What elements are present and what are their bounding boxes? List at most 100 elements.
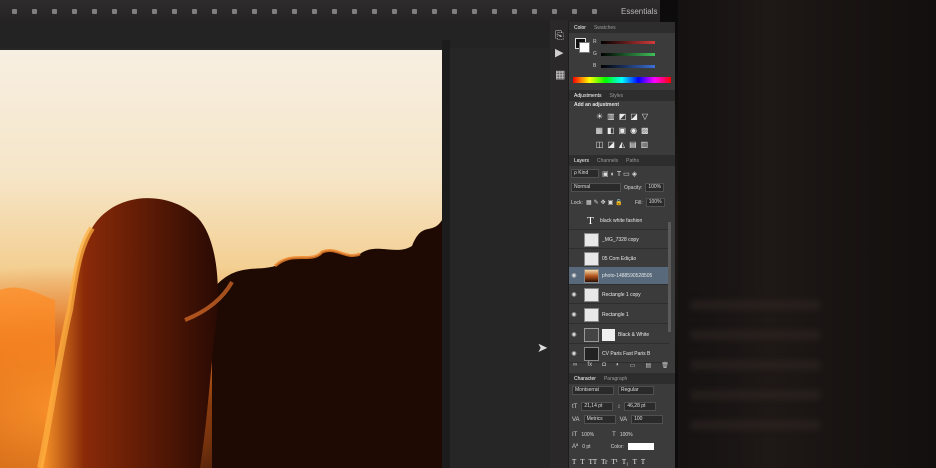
filter-type-icons[interactable]: ▣◐T▭◈ <box>602 170 639 178</box>
gradient-map-icon[interactable]: ▤ <box>629 140 637 149</box>
threshold-icon[interactable]: ◭ <box>619 140 625 149</box>
tab-swatches[interactable]: Swatches <box>594 25 616 31</box>
layer-name[interactable]: Black & White <box>618 332 649 338</box>
eye-icon[interactable]: ◉ <box>569 311 579 318</box>
small-caps-button[interactable]: Tr <box>601 458 607 466</box>
brightness-icon[interactable]: ☀ <box>596 112 603 121</box>
tab-paths[interactable]: Paths <box>626 158 639 164</box>
posterize-icon[interactable]: ◪ <box>607 140 615 149</box>
color-spectrum-ramp[interactable] <box>573 77 671 83</box>
fill-input[interactable]: 100% <box>645 198 665 207</box>
document-canvas-photo[interactable] <box>0 50 442 468</box>
subscript-button[interactable]: T₁ <box>622 458 629 466</box>
option-icon[interactable] <box>192 9 197 14</box>
text-color-swatch[interactable] <box>627 443 654 450</box>
selective-color-icon[interactable]: ▥ <box>641 140 649 149</box>
photo-filter-icon[interactable]: ◉ <box>630 126 637 135</box>
layer-style-icon[interactable]: fx <box>587 362 592 369</box>
option-icon[interactable] <box>272 9 277 14</box>
history-icon[interactable]: ⎘ <box>555 30 564 43</box>
eye-icon[interactable]: ◉ <box>569 331 579 338</box>
option-icon[interactable] <box>292 9 297 14</box>
play-triangle-icon[interactable]: ▶ <box>555 46 563 59</box>
vibrance-icon[interactable]: ▽ <box>642 112 648 121</box>
option-icon[interactable] <box>592 9 597 14</box>
option-icon[interactable] <box>412 9 417 14</box>
tab-layers[interactable]: Layers <box>574 158 589 164</box>
option-icon[interactable] <box>432 9 437 14</box>
option-icon[interactable] <box>52 9 57 14</box>
layer-kind-filter[interactable]: ρ Kind <box>571 169 599 178</box>
option-icon[interactable] <box>32 9 37 14</box>
new-group-icon[interactable]: ▭ <box>630 362 636 369</box>
option-icon[interactable] <box>552 9 557 14</box>
curves-icon[interactable]: ◩ <box>619 112 627 121</box>
option-icon[interactable] <box>512 9 517 14</box>
font-style-select[interactable]: Regular <box>618 386 654 395</box>
workspace-switcher[interactable]: Essentials <box>621 7 657 16</box>
new-layer-icon[interactable]: ▤ <box>646 362 652 369</box>
layer-row[interactable]: _MG_7328 copy <box>569 231 669 249</box>
layer-row[interactable]: ◉ CV Paris Fast Paris B <box>569 345 669 363</box>
eye-icon[interactable]: ◉ <box>569 291 579 298</box>
layer-row[interactable]: ◉ Black & White <box>569 326 669 344</box>
link-layers-icon[interactable]: ∞ <box>573 362 577 369</box>
lock-icons[interactable]: ▦✎✥▣🔒 <box>586 199 632 206</box>
option-icon[interactable] <box>572 9 577 14</box>
faux-bold-button[interactable]: T <box>572 458 576 466</box>
layer-name[interactable]: photo-1488590528505 <box>602 273 652 279</box>
faux-italic-button[interactable]: T <box>580 458 584 466</box>
layer-name[interactable]: 05 Com Edição <box>602 256 636 262</box>
color-slider-g[interactable]: G <box>593 51 655 57</box>
option-icon[interactable] <box>72 9 77 14</box>
option-icon[interactable] <box>12 9 17 14</box>
option-icon[interactable] <box>532 9 537 14</box>
tab-character[interactable]: Character <box>574 376 596 382</box>
tab-styles[interactable]: Styles <box>610 93 624 99</box>
slider-track[interactable] <box>601 40 655 44</box>
kerning-select[interactable]: Metrics <box>583 415 616 424</box>
layer-name[interactable]: _MG_7328 copy <box>602 237 639 243</box>
option-icon[interactable] <box>492 9 497 14</box>
leading-input[interactable]: 46,28 pt <box>624 402 657 411</box>
option-icon[interactable] <box>352 9 357 14</box>
black-white-icon[interactable]: ▣ <box>619 126 627 135</box>
exposure-icon[interactable]: ◪ <box>630 112 638 121</box>
tab-color[interactable]: Color <box>574 25 586 31</box>
trash-icon[interactable]: 🗑 <box>661 362 669 369</box>
superscript-button[interactable]: T¹ <box>612 458 618 466</box>
slider-track[interactable] <box>601 64 655 68</box>
tab-adjustments[interactable]: Adjustments <box>574 93 602 99</box>
layer-row[interactable]: ◉ Rectangle 1 <box>569 306 669 324</box>
opacity-input[interactable]: 100% <box>645 183 665 192</box>
layer-name[interactable]: Rectangle 1 copy <box>602 292 641 298</box>
color-slider-b[interactable]: B <box>593 63 655 69</box>
eye-icon[interactable]: ◉ <box>569 272 579 279</box>
add-mask-icon[interactable]: ◘ <box>602 362 606 369</box>
font-family-select[interactable]: Montserrat Hair... <box>572 386 614 395</box>
option-icon[interactable] <box>212 9 217 14</box>
option-icon[interactable] <box>472 9 477 14</box>
arrange-icon[interactable]: ▦ <box>555 68 565 81</box>
layer-name[interactable]: black white fashion <box>600 218 642 224</box>
layer-name[interactable]: CV Paris Fast Paris B <box>602 351 650 357</box>
levels-icon[interactable]: ▥ <box>607 112 615 121</box>
layer-row[interactable]: 05 Com Edição <box>569 250 669 268</box>
option-icon[interactable] <box>252 9 257 14</box>
layer-name[interactable]: Rectangle 1 <box>602 312 629 318</box>
layer-row[interactable]: ◉ Rectangle 1 copy <box>569 286 669 304</box>
eye-icon[interactable]: ◉ <box>569 350 579 357</box>
blend-mode-select[interactable]: Normal <box>571 183 621 192</box>
invert-icon[interactable]: ◫ <box>596 140 604 149</box>
color-balance-icon[interactable]: ◧ <box>607 126 615 135</box>
option-icon[interactable] <box>332 9 337 14</box>
option-icon[interactable] <box>92 9 97 14</box>
option-icon[interactable] <box>392 9 397 14</box>
tab-paragraph[interactable]: Paragraph <box>604 376 627 382</box>
option-icon[interactable] <box>152 9 157 14</box>
hue-saturation-icon[interactable]: ▦ <box>595 126 603 135</box>
baseline-shift-value[interactable]: 0 pt <box>582 444 590 450</box>
option-icon[interactable] <box>452 9 457 14</box>
layer-row[interactable]: T black white fashion <box>569 212 669 230</box>
channel-mixer-icon[interactable]: ▩ <box>641 126 649 135</box>
